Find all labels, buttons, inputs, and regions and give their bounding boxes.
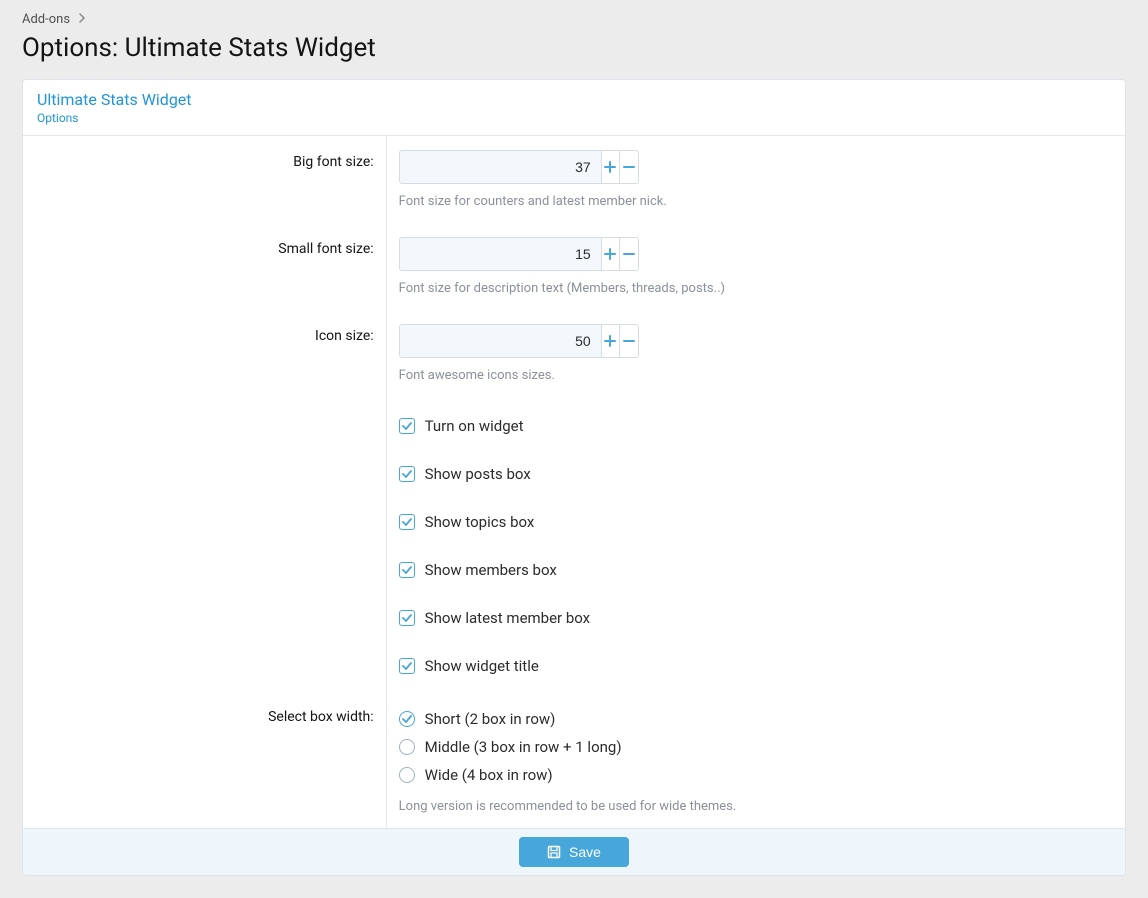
small-font-hint: Font size for description text (Members,… — [399, 281, 1019, 296]
big-font-input[interactable] — [399, 150, 602, 184]
label-small-font: Small font size: — [23, 223, 387, 310]
save-button[interactable]: Save — [519, 837, 629, 867]
panel-subtitle[interactable]: Options — [37, 111, 1111, 125]
save-icon — [547, 845, 561, 859]
small-font-decrement[interactable] — [620, 237, 639, 271]
label-show-latest[interactable]: Show latest member box — [425, 609, 590, 627]
label-show-topics[interactable]: Show topics box — [425, 513, 535, 531]
checkbox-turn-on[interactable] — [399, 418, 415, 434]
label-box-width: Select box width: — [23, 695, 387, 828]
icon-size-stepper — [399, 324, 639, 358]
label-radio-wide[interactable]: Wide (4 box in row) — [425, 766, 553, 784]
small-font-input[interactable] — [399, 237, 602, 271]
label-turn-on[interactable]: Turn on widget — [425, 417, 524, 435]
box-width-hint: Long version is recommended to be used f… — [399, 799, 1019, 814]
checkbox-show-members[interactable] — [399, 562, 415, 578]
panel-footer: Save — [23, 828, 1125, 875]
small-font-stepper — [399, 237, 639, 271]
icon-size-hint: Font awesome icons sizes. — [399, 368, 1019, 383]
radio-short[interactable] — [399, 711, 415, 727]
small-font-increment[interactable] — [602, 237, 621, 271]
icon-size-decrement[interactable] — [620, 324, 639, 358]
checkbox-show-title[interactable] — [399, 658, 415, 674]
big-font-stepper — [399, 150, 639, 184]
big-font-decrement[interactable] — [620, 150, 639, 184]
icon-size-increment[interactable] — [602, 324, 621, 358]
page-title: Options: Ultimate Stats Widget — [22, 33, 1126, 63]
panel-title[interactable]: Ultimate Stats Widget — [37, 90, 1111, 109]
label-radio-short[interactable]: Short (2 box in row) — [425, 710, 556, 728]
panel-header: Ultimate Stats Widget Options — [23, 80, 1125, 136]
label-icon-size: Icon size: — [23, 310, 387, 397]
icon-size-input[interactable] — [399, 324, 602, 358]
radio-middle[interactable] — [399, 739, 415, 755]
label-radio-middle[interactable]: Middle (3 box in row + 1 long) — [425, 738, 622, 756]
label-show-posts[interactable]: Show posts box — [425, 465, 531, 483]
radio-wide[interactable] — [399, 767, 415, 783]
checkbox-show-topics[interactable] — [399, 514, 415, 530]
big-font-hint: Font size for counters and latest member… — [399, 194, 1019, 209]
breadcrumb: Add-ons — [22, 12, 1126, 27]
save-button-label: Save — [569, 844, 601, 860]
chevron-right-icon — [78, 12, 86, 27]
checkbox-show-latest[interactable] — [399, 610, 415, 626]
label-show-members[interactable]: Show members box — [425, 561, 557, 579]
breadcrumb-root[interactable]: Add-ons — [22, 12, 70, 27]
label-big-font: Big font size: — [23, 136, 387, 223]
options-panel: Ultimate Stats Widget Options Big font s… — [22, 79, 1126, 876]
big-font-increment[interactable] — [602, 150, 621, 184]
checkbox-show-posts[interactable] — [399, 466, 415, 482]
label-show-title[interactable]: Show widget title — [425, 657, 539, 675]
